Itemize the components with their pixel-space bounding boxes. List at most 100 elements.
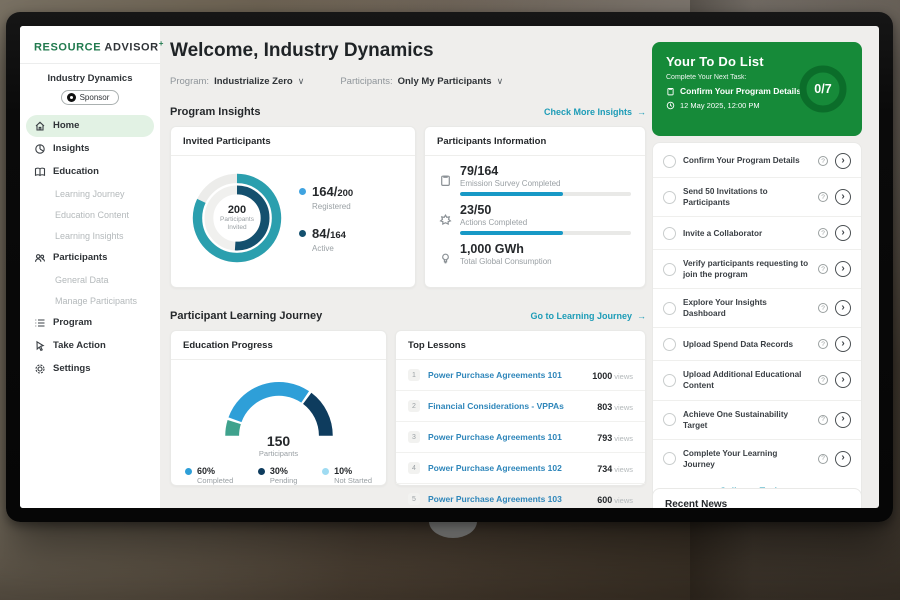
sidebar-item-settings[interactable]: Settings — [26, 358, 154, 380]
lesson-link[interactable]: Financial Considerations - VPPAs — [428, 401, 589, 411]
sidebar-item-insights[interactable]: Insights — [26, 138, 154, 160]
go-to-learning-journey-link[interactable]: Go to Learning Journey → — [530, 311, 646, 321]
actions-icon — [439, 213, 452, 226]
lesson-link[interactable]: Power Purchase Agreements 101 — [428, 432, 589, 442]
chevron-right-button[interactable]: › — [835, 189, 851, 205]
task-row[interactable]: Confirm Your Program Details ? › — [653, 145, 861, 178]
checkbox-icon[interactable] — [663, 155, 676, 168]
info-icon[interactable]: ? — [818, 339, 828, 349]
lesson-link[interactable]: Power Purchase Agreements 103 — [428, 494, 589, 504]
task-row[interactable]: Complete Your Learning Journey ? › — [653, 440, 861, 478]
lesson-row[interactable]: 4 Power Purchase Agreements 102 734views — [396, 453, 645, 484]
views-suffix: views — [614, 465, 633, 474]
chevron-right-button[interactable]: › — [835, 336, 851, 352]
todo-progress-ring: 0/7 — [797, 63, 849, 115]
consumption-value: 1,000 GWh — [460, 242, 631, 256]
check-more-insights-link[interactable]: Check More Insights → — [544, 107, 646, 117]
recent-news-title: Recent News — [653, 489, 861, 508]
checkbox-icon[interactable] — [663, 191, 676, 204]
sidebar-item-take-action[interactable]: Take Action — [26, 335, 154, 357]
task-row[interactable]: Verify participants requesting to join t… — [653, 250, 861, 289]
task-row[interactable]: Achieve One Sustainability Target ? › — [653, 401, 861, 440]
checkbox-icon[interactable] — [663, 452, 676, 465]
chevron-right-button[interactable]: › — [835, 451, 851, 467]
lesson-views: 734 — [597, 464, 612, 474]
sidebar-item-education[interactable]: Education — [26, 161, 154, 183]
info-icon[interactable]: ? — [818, 228, 828, 238]
legend-dot — [322, 468, 329, 475]
participants-label: Participants: — [340, 76, 392, 87]
task-label: Achieve One Sustainability Target — [683, 409, 811, 431]
chevron-right-button[interactable]: › — [835, 261, 851, 277]
lesson-row[interactable]: 2 Financial Considerations - VPPAs 803vi… — [396, 391, 645, 422]
task-row[interactable]: Invite a Collaborator ? › — [653, 217, 861, 250]
sidebar-item-manage-participants[interactable]: Manage Participants — [26, 291, 154, 311]
lesson-row[interactable]: 5 Power Purchase Agreements 103 600views — [396, 484, 645, 508]
task-row[interactable]: Upload Additional Educational Content ? … — [653, 361, 861, 400]
info-row-consumption: 1,000 GWh Total Global Consumption — [439, 242, 631, 270]
info-icon[interactable]: ? — [818, 264, 828, 274]
info-icon[interactable]: ? — [818, 375, 828, 385]
sidebar-nav: Home Insights Education Learning Journey… — [20, 113, 160, 383]
chevron-right-button[interactable]: › — [835, 153, 851, 169]
take-action-icon — [34, 340, 46, 352]
chevron-right-button[interactable]: › — [835, 412, 851, 428]
checkbox-icon[interactable] — [663, 413, 676, 426]
legend-item-completed: 60% Completed — [185, 466, 233, 485]
sidebar-item-label: Learning Insights — [55, 231, 124, 241]
lesson-row[interactable]: 3 Power Purchase Agreements 101 793views — [396, 422, 645, 453]
info-icon[interactable]: ? — [818, 156, 828, 166]
lesson-link[interactable]: Power Purchase Agreements 101 — [428, 370, 584, 380]
views-suffix: views — [614, 434, 633, 443]
checkbox-icon[interactable] — [663, 263, 676, 276]
lightbulb-icon — [439, 252, 452, 265]
people-icon — [34, 252, 46, 264]
lesson-row[interactable]: 1 Power Purchase Agreements 101 1000view… — [396, 360, 645, 391]
chevron-right-button[interactable]: › — [835, 372, 851, 388]
lessons-list: 1 Power Purchase Agreements 101 1000 view… — [396, 360, 645, 508]
sidebar-item-program[interactable]: Program — [26, 312, 154, 334]
registered-label: Registered — [312, 202, 353, 211]
sidebar-item-learning-insights[interactable]: Learning Insights — [26, 226, 154, 246]
dashboard-screen: RESOURCE ADVISOR+ Industry Dynamics Spon… — [20, 26, 879, 508]
checkbox-icon[interactable] — [663, 302, 676, 315]
sidebar-item-education-content[interactable]: Education Content — [26, 205, 154, 225]
sidebar-item-home[interactable]: Home — [26, 115, 154, 137]
info-icon[interactable]: ? — [818, 303, 828, 313]
chevron-right-button[interactable]: › — [835, 300, 851, 316]
task-label: Verify participants requesting to join t… — [683, 258, 811, 280]
lesson-rank: 1 — [408, 369, 420, 381]
checkbox-icon[interactable] — [663, 227, 676, 240]
monitor-bezel: RESOURCE ADVISOR+ Industry Dynamics Spon… — [6, 12, 893, 522]
info-icon[interactable]: ? — [818, 192, 828, 202]
participants-select[interactable]: Participants: Only My Participants ∨ — [340, 76, 503, 87]
info-icon[interactable]: ? — [818, 415, 828, 425]
lesson-link[interactable]: Power Purchase Agreements 102 — [428, 463, 589, 473]
task-row[interactable]: Explore Your Insights Dashboard ? › — [653, 289, 861, 328]
todo-progress-count: 0/7 — [797, 63, 849, 115]
task-row[interactable]: Send 50 Invitations to Participants ? › — [653, 178, 861, 217]
lesson-views: 803 — [597, 402, 612, 412]
lesson-views: 1000 — [592, 371, 612, 381]
survey-progress-bar — [460, 192, 631, 196]
sidebar-item-learning-journey[interactable]: Learning Journey — [26, 184, 154, 204]
sidebar-item-participants[interactable]: Participants — [26, 247, 154, 269]
sidebar-item-general-data[interactable]: General Data — [26, 270, 154, 290]
chevron-down-icon: ∨ — [298, 76, 305, 87]
checkbox-icon[interactable] — [663, 338, 676, 351]
legend-item-not-started: 10% Not Started — [322, 466, 372, 485]
actions-label: Actions Completed — [460, 218, 631, 227]
info-icon[interactable]: ? — [818, 454, 828, 464]
task-row[interactable]: Upload Spend Data Records ? › — [653, 328, 861, 361]
education-body: 150 Participants 60% Completed — [171, 360, 386, 485]
sidebar-item-label: Participants — [53, 252, 107, 263]
donut-center-label: Participants — [220, 216, 254, 224]
sponsor-badge-icon — [67, 93, 76, 102]
invited-body: 200 Participants Invited 164/200 Registe… — [171, 156, 415, 278]
chevron-right-button[interactable]: › — [835, 225, 851, 241]
sidebar: RESOURCE ADVISOR+ Industry Dynamics Spon… — [20, 26, 160, 508]
link-label: Check More Insights — [544, 107, 632, 117]
checkbox-icon[interactable] — [663, 374, 676, 387]
program-select[interactable]: Program: Industrialize Zero ∨ — [170, 76, 304, 87]
info-row-survey: 79/164 Emission Survey Completed — [439, 164, 631, 196]
